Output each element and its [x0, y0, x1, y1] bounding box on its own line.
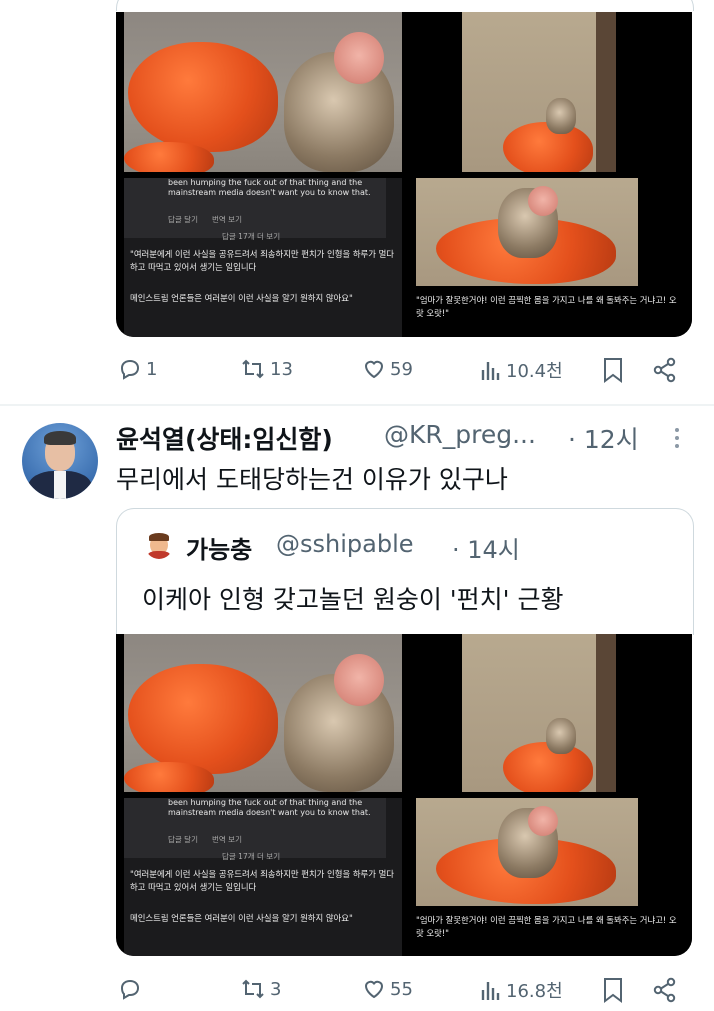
plush-toy — [503, 122, 593, 172]
comment-english: been humping the fuck out of that thing … — [168, 178, 371, 197]
comment-reply: 답글 달기 — [168, 215, 198, 224]
monkey-face — [334, 654, 384, 706]
caption-korean-2: 메인스트림 언론들은 여러분이 이런 사실을 알기 원하지 않아요" — [130, 293, 353, 303]
quoted-text: 이케아 인형 갖고놀던 원숭이 '펀치' 근황 — [142, 585, 564, 614]
avatar-hair — [44, 431, 76, 445]
quoted-avatar-hair — [149, 533, 169, 541]
monkey — [546, 718, 576, 754]
like-button[interactable]: 59 — [362, 357, 413, 381]
repost-button[interactable]: 3 — [240, 977, 281, 1001]
monkey-face — [528, 186, 558, 216]
tweet-separator — [0, 404, 714, 406]
reply-count: 1 — [146, 358, 158, 380]
like-icon — [364, 980, 384, 999]
plush-toy — [128, 42, 278, 152]
caption-korean-2: 메인스트림 언론들은 여러분이 이런 사실을 알기 원하지 않아요" — [130, 913, 353, 923]
media-photo-monkey-closeup[interactable]: "엄마가 잘못한거야! 이런 끔찍한 몸을 가지고 나를 왜 돌봐주는 거냐고!… — [408, 798, 692, 956]
repost-count: 3 — [270, 978, 282, 1000]
media-photo-monkey-plush[interactable] — [124, 12, 402, 172]
bookmark-button[interactable] — [602, 357, 624, 383]
quoted-avatar-body — [148, 551, 170, 559]
media-screenshot-comment[interactable]: been humping the fuck out of that thing … — [124, 178, 402, 337]
media-photo-monkey-closeup[interactable]: "엄마가 잘못한거야! 이런 끔찍한 몸을 가지고 나를 왜 돌봐주는 거냐고!… — [408, 178, 692, 337]
bookmark-icon — [604, 358, 622, 383]
quoted-time[interactable]: · 14시 — [452, 530, 520, 565]
author-name[interactable]: 윤석열(상태:임신함) — [116, 420, 333, 456]
plush-toy — [128, 664, 278, 774]
bookmark-icon — [604, 978, 622, 1003]
comment-more-replies: 답글 17개 더 보기 — [222, 852, 281, 861]
caption-korean-right: "엄마가 잘못한거야! 이런 끔찍한 몸을 가지고 나를 왜 돌봐주는 거냐고!… — [416, 295, 677, 318]
view-count: 10.4천 — [506, 361, 563, 382]
repost-count: 13 — [270, 358, 293, 380]
quoted-author-name[interactable]: 가능충 — [186, 530, 252, 565]
comment-more-replies: 답글 17개 더 보기 — [222, 232, 281, 241]
comment-translate: 번역 보기 — [212, 835, 242, 844]
bookmark-button[interactable] — [602, 977, 624, 1003]
avatar-shirt — [54, 471, 66, 499]
reply-button[interactable]: 1 — [118, 357, 157, 381]
share-button[interactable] — [652, 977, 678, 1003]
repost-icon — [242, 359, 264, 379]
plush-toy-arm — [124, 142, 214, 172]
media-photo-monkey-plush[interactable] — [124, 634, 402, 792]
reply-button[interactable] — [118, 977, 146, 1001]
comment-translate: 번역 보기 — [212, 215, 242, 224]
views-icon — [481, 362, 500, 380]
more-icon[interactable] — [674, 426, 680, 452]
caption-korean-1: "여러분에게 이런 사실을 공유드려서 죄송하지만 펀치가 인형을 하루가 멀다… — [130, 869, 395, 892]
quote-card-top-edge — [116, 0, 694, 11]
author-handle[interactable]: @KR_preg... — [384, 420, 536, 449]
share-button[interactable] — [652, 357, 678, 383]
door-frame — [596, 634, 616, 792]
caption-korean-right: "엄마가 잘못한거야! 이런 끔찍한 몸을 가지고 나를 왜 돌봐주는 거냐고!… — [416, 915, 677, 938]
views-button[interactable]: 10.4천 — [480, 357, 563, 383]
monkey — [546, 98, 576, 134]
media-photo-monkey-ground[interactable] — [408, 634, 692, 792]
monkey-face — [334, 32, 384, 84]
share-icon — [653, 357, 676, 383]
tweet-text: 무리에서 도태당하는건 이유가 있구나 — [116, 465, 508, 494]
plush-toy-arm — [124, 762, 214, 792]
like-button[interactable]: 55 — [362, 977, 413, 1001]
comment-reply: 답글 달기 — [168, 835, 198, 844]
avatar[interactable] — [22, 423, 98, 499]
media-screenshot-comment[interactable]: been humping the fuck out of that thing … — [124, 798, 402, 956]
share-icon — [653, 977, 676, 1003]
media-grid-2[interactable]: been humping the fuck out of that thing … — [116, 634, 692, 956]
views-icon — [481, 982, 500, 1000]
reply-icon — [120, 359, 140, 380]
views-button[interactable]: 16.8천 — [480, 977, 563, 1003]
quoted-handle[interactable]: @sshipable — [276, 530, 414, 558]
plush-toy — [503, 742, 593, 792]
door-frame — [596, 12, 616, 172]
quoted-avatar[interactable] — [145, 531, 173, 559]
repost-button[interactable]: 13 — [240, 357, 293, 381]
like-count: 55 — [390, 978, 413, 1000]
comment-english: been humping the fuck out of that thing … — [168, 798, 371, 817]
media-grid-1[interactable]: been humping the fuck out of that thing … — [116, 12, 692, 337]
like-icon — [364, 360, 384, 379]
monkey-face — [528, 806, 558, 836]
view-count: 16.8천 — [506, 981, 563, 1002]
repost-icon — [242, 979, 264, 999]
reply-icon — [120, 979, 140, 1000]
like-count: 59 — [390, 358, 413, 380]
caption-korean-1: "여러분에게 이런 사실을 공유드려서 죄송하지만 펀치가 인형을 하루가 멀다… — [130, 249, 395, 272]
media-photo-monkey-ground[interactable] — [408, 12, 692, 172]
tweet-time[interactable]: · 12시 — [568, 420, 639, 456]
